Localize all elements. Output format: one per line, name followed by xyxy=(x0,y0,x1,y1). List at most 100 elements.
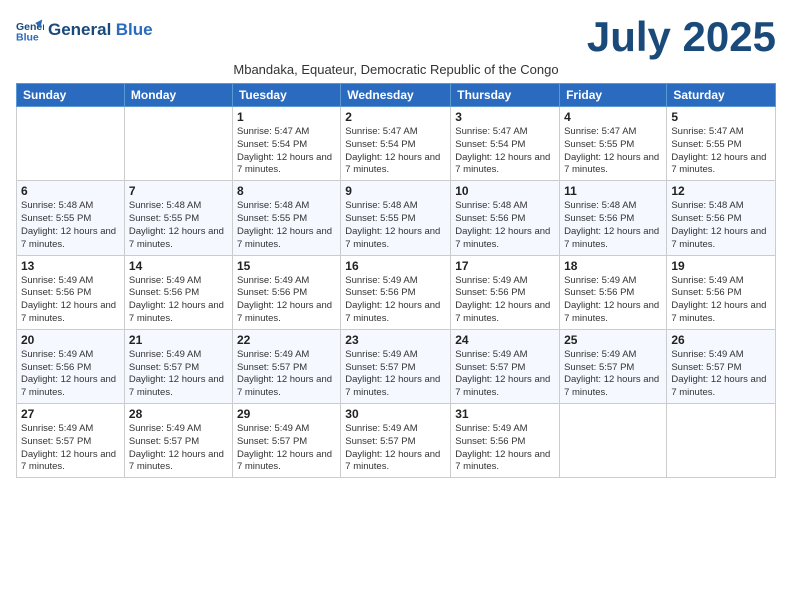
calendar-cell: 10 Sunrise: 5:48 AMSunset: 5:56 PMDayligh… xyxy=(451,181,560,255)
day-info: Sunrise: 5:49 AMSunset: 5:57 PMDaylight:… xyxy=(237,349,336,400)
day-number: 2 xyxy=(345,110,446,124)
day-number: 23 xyxy=(345,333,446,347)
day-number: 19 xyxy=(671,259,771,273)
calendar-cell xyxy=(17,107,125,181)
day-info: Sunrise: 5:47 AMSunset: 5:54 PMDaylight:… xyxy=(345,126,446,177)
calendar-cell xyxy=(667,404,776,478)
svg-text:Blue: Blue xyxy=(16,32,39,44)
calendar-week-row: 1 Sunrise: 5:47 AMSunset: 5:54 PMDaylight… xyxy=(17,107,776,181)
day-number: 3 xyxy=(455,110,555,124)
day-number: 31 xyxy=(455,407,555,421)
day-info: Sunrise: 5:49 AMSunset: 5:56 PMDaylight:… xyxy=(237,275,336,326)
day-info: Sunrise: 5:48 AMSunset: 5:55 PMDaylight:… xyxy=(129,200,228,251)
calendar-cell: 16Sunrise: 5:49 AMSunset: 5:56 PMDayligh… xyxy=(341,255,451,329)
day-info: Sunrise: 5:48 AMSunset: 5:56 PMDaylight:… xyxy=(671,200,771,251)
calendar-cell: 3 Sunrise: 5:47 AMSunset: 5:54 PMDaylight… xyxy=(451,107,560,181)
day-info: Sunrise: 5:49 AMSunset: 5:57 PMDaylight:… xyxy=(564,349,662,400)
calendar-header-row: SundayMondayTuesdayWednesdayThursdayFrid… xyxy=(17,84,776,107)
day-info: Sunrise: 5:49 AMSunset: 5:56 PMDaylight:… xyxy=(21,275,120,326)
day-number: 29 xyxy=(237,407,336,421)
logo: General Blue General Blue xyxy=(16,16,153,44)
day-number: 26 xyxy=(671,333,771,347)
calendar-header-tuesday: Tuesday xyxy=(232,84,340,107)
day-info: Sunrise: 5:49 AMSunset: 5:56 PMDaylight:… xyxy=(129,275,228,326)
calendar-cell: 18 Sunrise: 5:49 AMSunset: 5:56 PMDayligh… xyxy=(560,255,667,329)
day-number: 17 xyxy=(455,259,555,273)
calendar-cell: 22 Sunrise: 5:49 AMSunset: 5:57 PMDayligh… xyxy=(232,329,340,403)
day-number: 7 xyxy=(129,184,228,198)
logo-icon: General Blue xyxy=(16,16,44,44)
subtitle: Mbandaka, Equateur, Democratic Republic … xyxy=(16,62,776,77)
day-info: Sunrise: 5:47 AMSunset: 5:55 PMDaylight:… xyxy=(564,126,662,177)
day-number: 28 xyxy=(129,407,228,421)
day-number: 11 xyxy=(564,184,662,198)
day-info: Sunrise: 5:48 AMSunset: 5:55 PMDaylight:… xyxy=(21,200,120,251)
day-number: 25 xyxy=(564,333,662,347)
calendar-table: SundayMondayTuesdayWednesdayThursdayFrid… xyxy=(16,83,776,478)
day-info: Sunrise: 5:49 AMSunset: 5:56 PMDaylight:… xyxy=(564,275,662,326)
day-number: 13 xyxy=(21,259,120,273)
day-number: 6 xyxy=(21,184,120,198)
day-info: Sunrise: 5:49 AMSunset: 5:57 PMDaylight:… xyxy=(237,423,336,474)
day-info: Sunrise: 5:47 AMSunset: 5:54 PMDaylight:… xyxy=(455,126,555,177)
calendar-header-sunday: Sunday xyxy=(17,84,125,107)
logo-wrapper: General Blue General Blue xyxy=(16,16,153,44)
calendar-cell: 4Sunrise: 5:47 AMSunset: 5:55 PMDaylight… xyxy=(560,107,667,181)
calendar-header-monday: Monday xyxy=(124,84,232,107)
calendar-cell: 2 Sunrise: 5:47 AMSunset: 5:54 PMDaylight… xyxy=(341,107,451,181)
day-info: Sunrise: 5:49 AMSunset: 5:57 PMDaylight:… xyxy=(129,423,228,474)
logo-line1: General xyxy=(48,20,111,39)
day-number: 9 xyxy=(345,184,446,198)
calendar-cell: 7 Sunrise: 5:48 AMSunset: 5:55 PMDaylight… xyxy=(124,181,232,255)
day-info: Sunrise: 5:47 AMSunset: 5:54 PMDaylight:… xyxy=(237,126,336,177)
calendar-cell: 5 Sunrise: 5:47 AMSunset: 5:55 PMDaylight… xyxy=(667,107,776,181)
calendar-cell: 30Sunrise: 5:49 AMSunset: 5:57 PMDayligh… xyxy=(341,404,451,478)
day-info: Sunrise: 5:49 AMSunset: 5:56 PMDaylight:… xyxy=(671,275,771,326)
day-number: 5 xyxy=(671,110,771,124)
calendar-cell: 29 Sunrise: 5:49 AMSunset: 5:57 PMDayligh… xyxy=(232,404,340,478)
calendar-cell: 20 Sunrise: 5:49 AMSunset: 5:56 PMDayligh… xyxy=(17,329,125,403)
calendar-cell: 11 Sunrise: 5:48 AMSunset: 5:56 PMDayligh… xyxy=(560,181,667,255)
calendar-cell: 27Sunrise: 5:49 AMSunset: 5:57 PMDayligh… xyxy=(17,404,125,478)
calendar-cell: 15Sunrise: 5:49 AMSunset: 5:56 PMDayligh… xyxy=(232,255,340,329)
day-info: Sunrise: 5:48 AMSunset: 5:56 PMDaylight:… xyxy=(564,200,662,251)
calendar-week-row: 27 Sunrise: 5:49 AMSunset: 5:57 PMDayligh… xyxy=(17,404,776,478)
day-info: Sunrise: 5:49 AMSunset: 5:56 PMDaylight:… xyxy=(21,349,120,400)
calendar-cell: 31 Sunrise: 5:49 AMSunset: 5:56 PMDayligh… xyxy=(451,404,560,478)
day-info: Sunrise: 5:47 AMSunset: 5:55 PMDaylight:… xyxy=(671,126,771,177)
day-info: Sunrise: 5:48 AMSunset: 5:55 PMDaylight:… xyxy=(237,200,336,251)
day-number: 1 xyxy=(237,110,336,124)
day-number: 20 xyxy=(21,333,120,347)
day-number: 8 xyxy=(237,184,336,198)
day-info: Sunrise: 5:49 AMSunset: 5:57 PMDaylight:… xyxy=(129,349,228,400)
calendar-cell: 12 Sunrise: 5:48 AMSunset: 5:56 PMDayligh… xyxy=(667,181,776,255)
calendar-week-row: 13 Sunrise: 5:49 AMSunset: 5:56 PMDayligh… xyxy=(17,255,776,329)
day-info: Sunrise: 5:49 AMSunset: 5:56 PMDaylight:… xyxy=(455,423,555,474)
day-info: Sunrise: 5:49 AMSunset: 5:57 PMDaylight:… xyxy=(671,349,771,400)
day-number: 30 xyxy=(345,407,446,421)
day-number: 21 xyxy=(129,333,228,347)
day-number: 12 xyxy=(671,184,771,198)
day-number: 24 xyxy=(455,333,555,347)
page: General Blue General Blue July 2025 Mban… xyxy=(0,0,792,612)
day-info: Sunrise: 5:49 AMSunset: 5:56 PMDaylight:… xyxy=(455,275,555,326)
day-number: 22 xyxy=(237,333,336,347)
day-number: 27 xyxy=(21,407,120,421)
calendar-cell xyxy=(560,404,667,478)
calendar-cell: 6 Sunrise: 5:48 AMSunset: 5:55 PMDaylight… xyxy=(17,181,125,255)
calendar-week-row: 20 Sunrise: 5:49 AMSunset: 5:56 PMDayligh… xyxy=(17,329,776,403)
day-info: Sunrise: 5:48 AMSunset: 5:56 PMDaylight:… xyxy=(455,200,555,251)
month-title: July 2025 xyxy=(587,16,776,58)
day-info: Sunrise: 5:48 AMSunset: 5:55 PMDaylight:… xyxy=(345,200,446,251)
calendar-header-thursday: Thursday xyxy=(451,84,560,107)
calendar-cell: 13 Sunrise: 5:49 AMSunset: 5:56 PMDayligh… xyxy=(17,255,125,329)
day-number: 10 xyxy=(455,184,555,198)
calendar-cell: 19 Sunrise: 5:49 AMSunset: 5:56 PMDayligh… xyxy=(667,255,776,329)
calendar-header-saturday: Saturday xyxy=(667,84,776,107)
calendar-cell: 1 Sunrise: 5:47 AMSunset: 5:54 PMDaylight… xyxy=(232,107,340,181)
calendar-cell: 8 Sunrise: 5:48 AMSunset: 5:55 PMDaylight… xyxy=(232,181,340,255)
calendar-week-row: 6 Sunrise: 5:48 AMSunset: 5:55 PMDaylight… xyxy=(17,181,776,255)
day-number: 18 xyxy=(564,259,662,273)
calendar-cell: 17 Sunrise: 5:49 AMSunset: 5:56 PMDayligh… xyxy=(451,255,560,329)
day-info: Sunrise: 5:49 AMSunset: 5:57 PMDaylight:… xyxy=(455,349,555,400)
